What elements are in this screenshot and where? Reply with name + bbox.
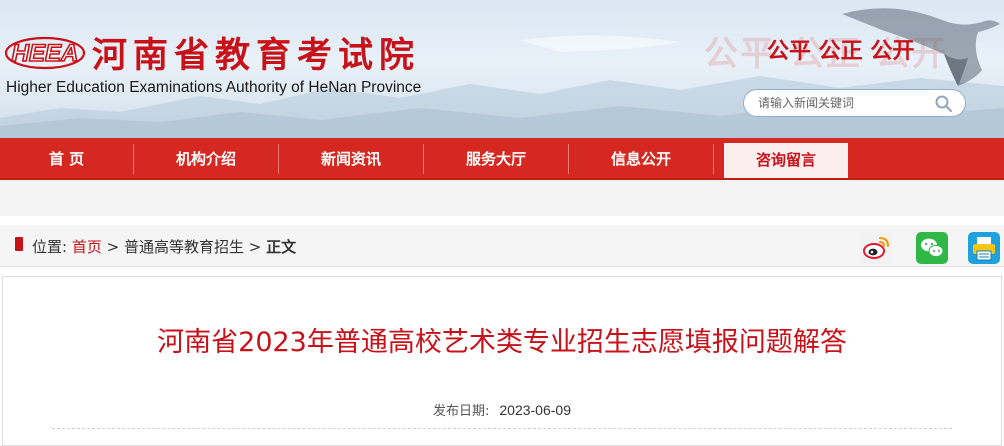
breadcrumb: 位置: 首页 > 普通高等教育招生 > 正文 (32, 236, 296, 257)
breadcrumb-separator: > (106, 238, 120, 256)
breadcrumb-prefix: 位置: (32, 238, 68, 256)
nav-item-home[interactable]: 首 页 (0, 138, 133, 180)
site-title-en: Higher Education Examinations Authority … (6, 79, 422, 96)
nav-item-consult[interactable]: 咨询留言 (724, 143, 848, 180)
article-title: 河南省2023年普通高校艺术类专业招生志愿填报问题解答 (157, 327, 847, 358)
breadcrumb-separator: > (248, 238, 262, 256)
breadcrumb-section-link[interactable]: 普通高等教育招生 (124, 238, 244, 256)
motto: 公平 公正 公开 (767, 39, 915, 64)
publish-date: 2023-06-09 (499, 402, 571, 418)
nav-item-services[interactable]: 服务大厅 (424, 138, 568, 180)
main-nav: 首 页 机构介绍 新闻资讯 服务大厅 信息公开 咨询留言 (0, 138, 1004, 180)
nav-item-news[interactable]: 新闻资讯 (279, 138, 423, 180)
weibo-icon[interactable] (860, 232, 892, 264)
article-meta: 发布日期: 2023-06-09 (0, 400, 1004, 419)
site-header: HEEA 河南省教育考试院 Higher Education Examinati… (0, 0, 1004, 138)
nav-item-disclosure[interactable]: 信息公开 (569, 138, 713, 180)
nav-divider (713, 144, 714, 174)
submenu-band (0, 180, 1004, 216)
publish-date-label: 发布日期: (432, 404, 490, 419)
breadcrumb-current: 正文 (266, 238, 297, 256)
search-input[interactable] (758, 94, 928, 112)
article-container (2, 276, 1002, 446)
breadcrumb-marker-icon (15, 237, 23, 251)
site-title-cn: 河南省教育考试院 (92, 36, 421, 76)
search-icon[interactable] (934, 94, 954, 114)
heea-logo[interactable]: HEEA (4, 34, 86, 72)
svg-text:HEEA: HEEA (12, 40, 79, 67)
nav-item-about[interactable]: 机构介绍 (134, 138, 278, 180)
breadcrumb-home-link[interactable]: 首页 (72, 238, 102, 256)
wechat-icon[interactable] (916, 232, 948, 264)
article-divider (52, 428, 952, 429)
search-box (743, 89, 966, 117)
print-icon[interactable] (968, 232, 1000, 264)
